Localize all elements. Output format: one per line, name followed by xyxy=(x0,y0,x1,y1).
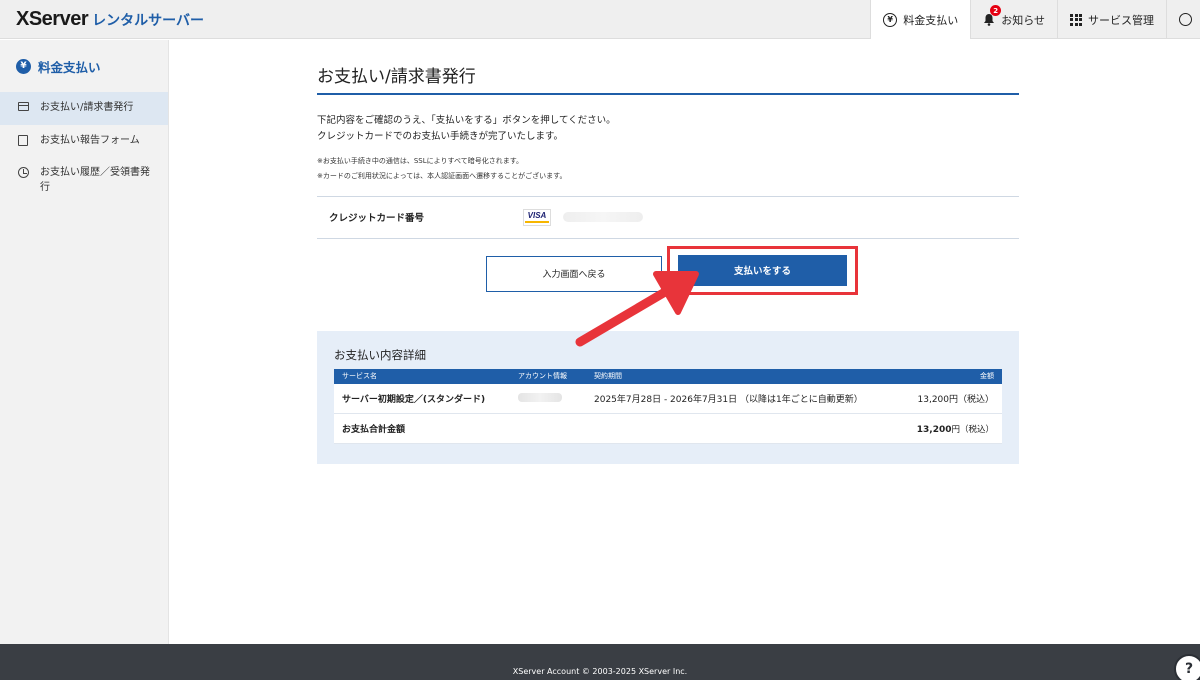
sidebar-item-history[interactable]: お支払い履歴／受領書発行 xyxy=(0,157,168,204)
details-table: サービス名 アカウント情報 契約期間 金額 サーバー初期設定／(スタンダード) … xyxy=(334,368,1002,445)
col-account: アカウント情報 xyxy=(510,368,586,384)
service-name: サーバー初期設定／(スタンダード) xyxy=(334,383,510,415)
col-period: 契約期間 xyxy=(586,368,900,384)
nav-notifications[interactable]: 2 お知らせ xyxy=(970,0,1057,39)
user-icon xyxy=(1179,13,1192,26)
table-header: サービス名 アカウント情報 契約期間 金額 xyxy=(334,368,1002,384)
amount: 13,200円（税込） xyxy=(899,383,1002,415)
bell-icon: 2 xyxy=(983,5,1002,26)
nav-billing[interactable]: ¥ 料金支払い xyxy=(870,0,971,39)
nav-service-management[interactable]: サービス管理 xyxy=(1057,0,1166,39)
yen-icon: ¥ xyxy=(883,12,898,27)
pay-button[interactable]: 支払いをする xyxy=(678,254,847,286)
nav-service-label: サービス管理 xyxy=(1088,13,1154,27)
contract-period: 2025年7月28日 - 2026年7月31日 （以降は1年ごとに自動更新） xyxy=(586,383,900,415)
account-info xyxy=(510,383,586,415)
total-row: お支払合計金額 13,200円（税込） xyxy=(334,413,1002,445)
card-number-label: クレジットカード番号 xyxy=(329,213,425,225)
nav-account[interactable] xyxy=(1166,0,1200,39)
header-nav: ¥ 料金支払い 2 お知らせ サービス管理 xyxy=(870,0,1200,39)
visa-logo: VISA xyxy=(523,208,551,226)
nav-notifications-label: お知らせ xyxy=(1001,13,1045,27)
top-header: XServer レンタルサーバー ¥ 料金支払い 2 お知らせ サービス管理 xyxy=(0,0,1200,39)
notes: ※お支払い手続き中の通信は、SSLによりすべて暗号化されます。 ※カードのご利用… xyxy=(317,154,1019,183)
clock-icon xyxy=(18,167,30,178)
sidebar-item-label: お支払い履歴／受領書発行 xyxy=(40,167,150,193)
note-ssl: ※お支払い手続き中の通信は、SSLによりすべて暗号化されます。 xyxy=(317,157,524,166)
form-icon xyxy=(18,134,30,146)
help-button[interactable]: ? xyxy=(1174,654,1200,680)
col-amount: 金額 xyxy=(899,368,1002,384)
sidebar-item-label: お支払い/請求書発行 xyxy=(40,102,134,113)
page-title: お支払い/請求書発行 xyxy=(317,40,1019,95)
intro-text: 下記内容をご確認のうえ、「支払いをする」ボタンを押してください。 クレジットカー… xyxy=(317,113,1019,144)
yen-icon: ¥ xyxy=(16,58,31,74)
intro-line-1: 下記内容をご確認のうえ、「支払いをする」ボタンを押してください。 xyxy=(317,115,616,126)
total-amount: 13,200円（税込） xyxy=(899,413,1002,445)
card-icon xyxy=(18,102,30,111)
xserver-logo[interactable]: XServer レンタルサーバー xyxy=(16,8,204,32)
copyright: XServer Account © 2003-2025 XServer Inc. xyxy=(512,667,688,676)
note-auth: ※カードのご利用状況によっては、本人認証画面へ遷移することがございます。 xyxy=(317,172,567,181)
grid-icon xyxy=(1070,13,1082,26)
sidebar-title-label: 料金支払い xyxy=(38,59,101,75)
col-service: サービス名 xyxy=(334,368,510,384)
intro-line-2: クレジットカードでのお支払い手続きが完了いたします。 xyxy=(317,130,564,142)
nav-billing-label: 料金支払い xyxy=(903,13,959,27)
main-content: お支払い/請求書発行 下記内容をご確認のうえ、「支払いをする」ボタンを押してくだ… xyxy=(317,40,1019,465)
action-buttons: 入力画面へ戻る 支払いをする xyxy=(317,239,1019,319)
sidebar-item-label: お支払い報告フォーム xyxy=(40,134,140,146)
total-value: 13,200 xyxy=(916,424,952,435)
notification-badge: 2 xyxy=(990,5,1002,16)
back-button[interactable]: 入力画面へ戻る xyxy=(486,255,662,292)
footer: XServer Account © 2003-2025 XServer Inc. xyxy=(0,644,1200,680)
visa-brand: VISA xyxy=(527,211,547,221)
sidebar-item-report-form[interactable]: お支払い報告フォーム xyxy=(0,125,168,158)
total-suffix: 円（税込） xyxy=(951,424,994,435)
highlight-frame: 支払いをする xyxy=(667,245,858,295)
credit-card-row: クレジットカード番号 VISA xyxy=(317,195,1019,239)
table-row: サーバー初期設定／(スタンダード) 2025年7月28日 - 2026年7月31… xyxy=(334,383,1002,415)
sidebar: ¥ 料金支払い お支払い/請求書発行 お支払い報告フォーム お支払い履歴／受領書… xyxy=(0,40,169,644)
logo-brand: XServer xyxy=(16,8,89,30)
details-title: お支払い内容詳細 xyxy=(334,347,426,362)
payment-details: お支払い内容詳細 サービス名 アカウント情報 契約期間 金額 サーバー初期設定／… xyxy=(317,330,1019,465)
card-number-masked xyxy=(563,212,643,223)
total-label: お支払合計金額 xyxy=(334,413,510,445)
sidebar-item-payment[interactable]: お支払い/請求書発行 xyxy=(0,92,168,125)
logo-subtitle: レンタルサーバー xyxy=(92,13,204,29)
sidebar-title: ¥ 料金支払い xyxy=(0,40,168,92)
